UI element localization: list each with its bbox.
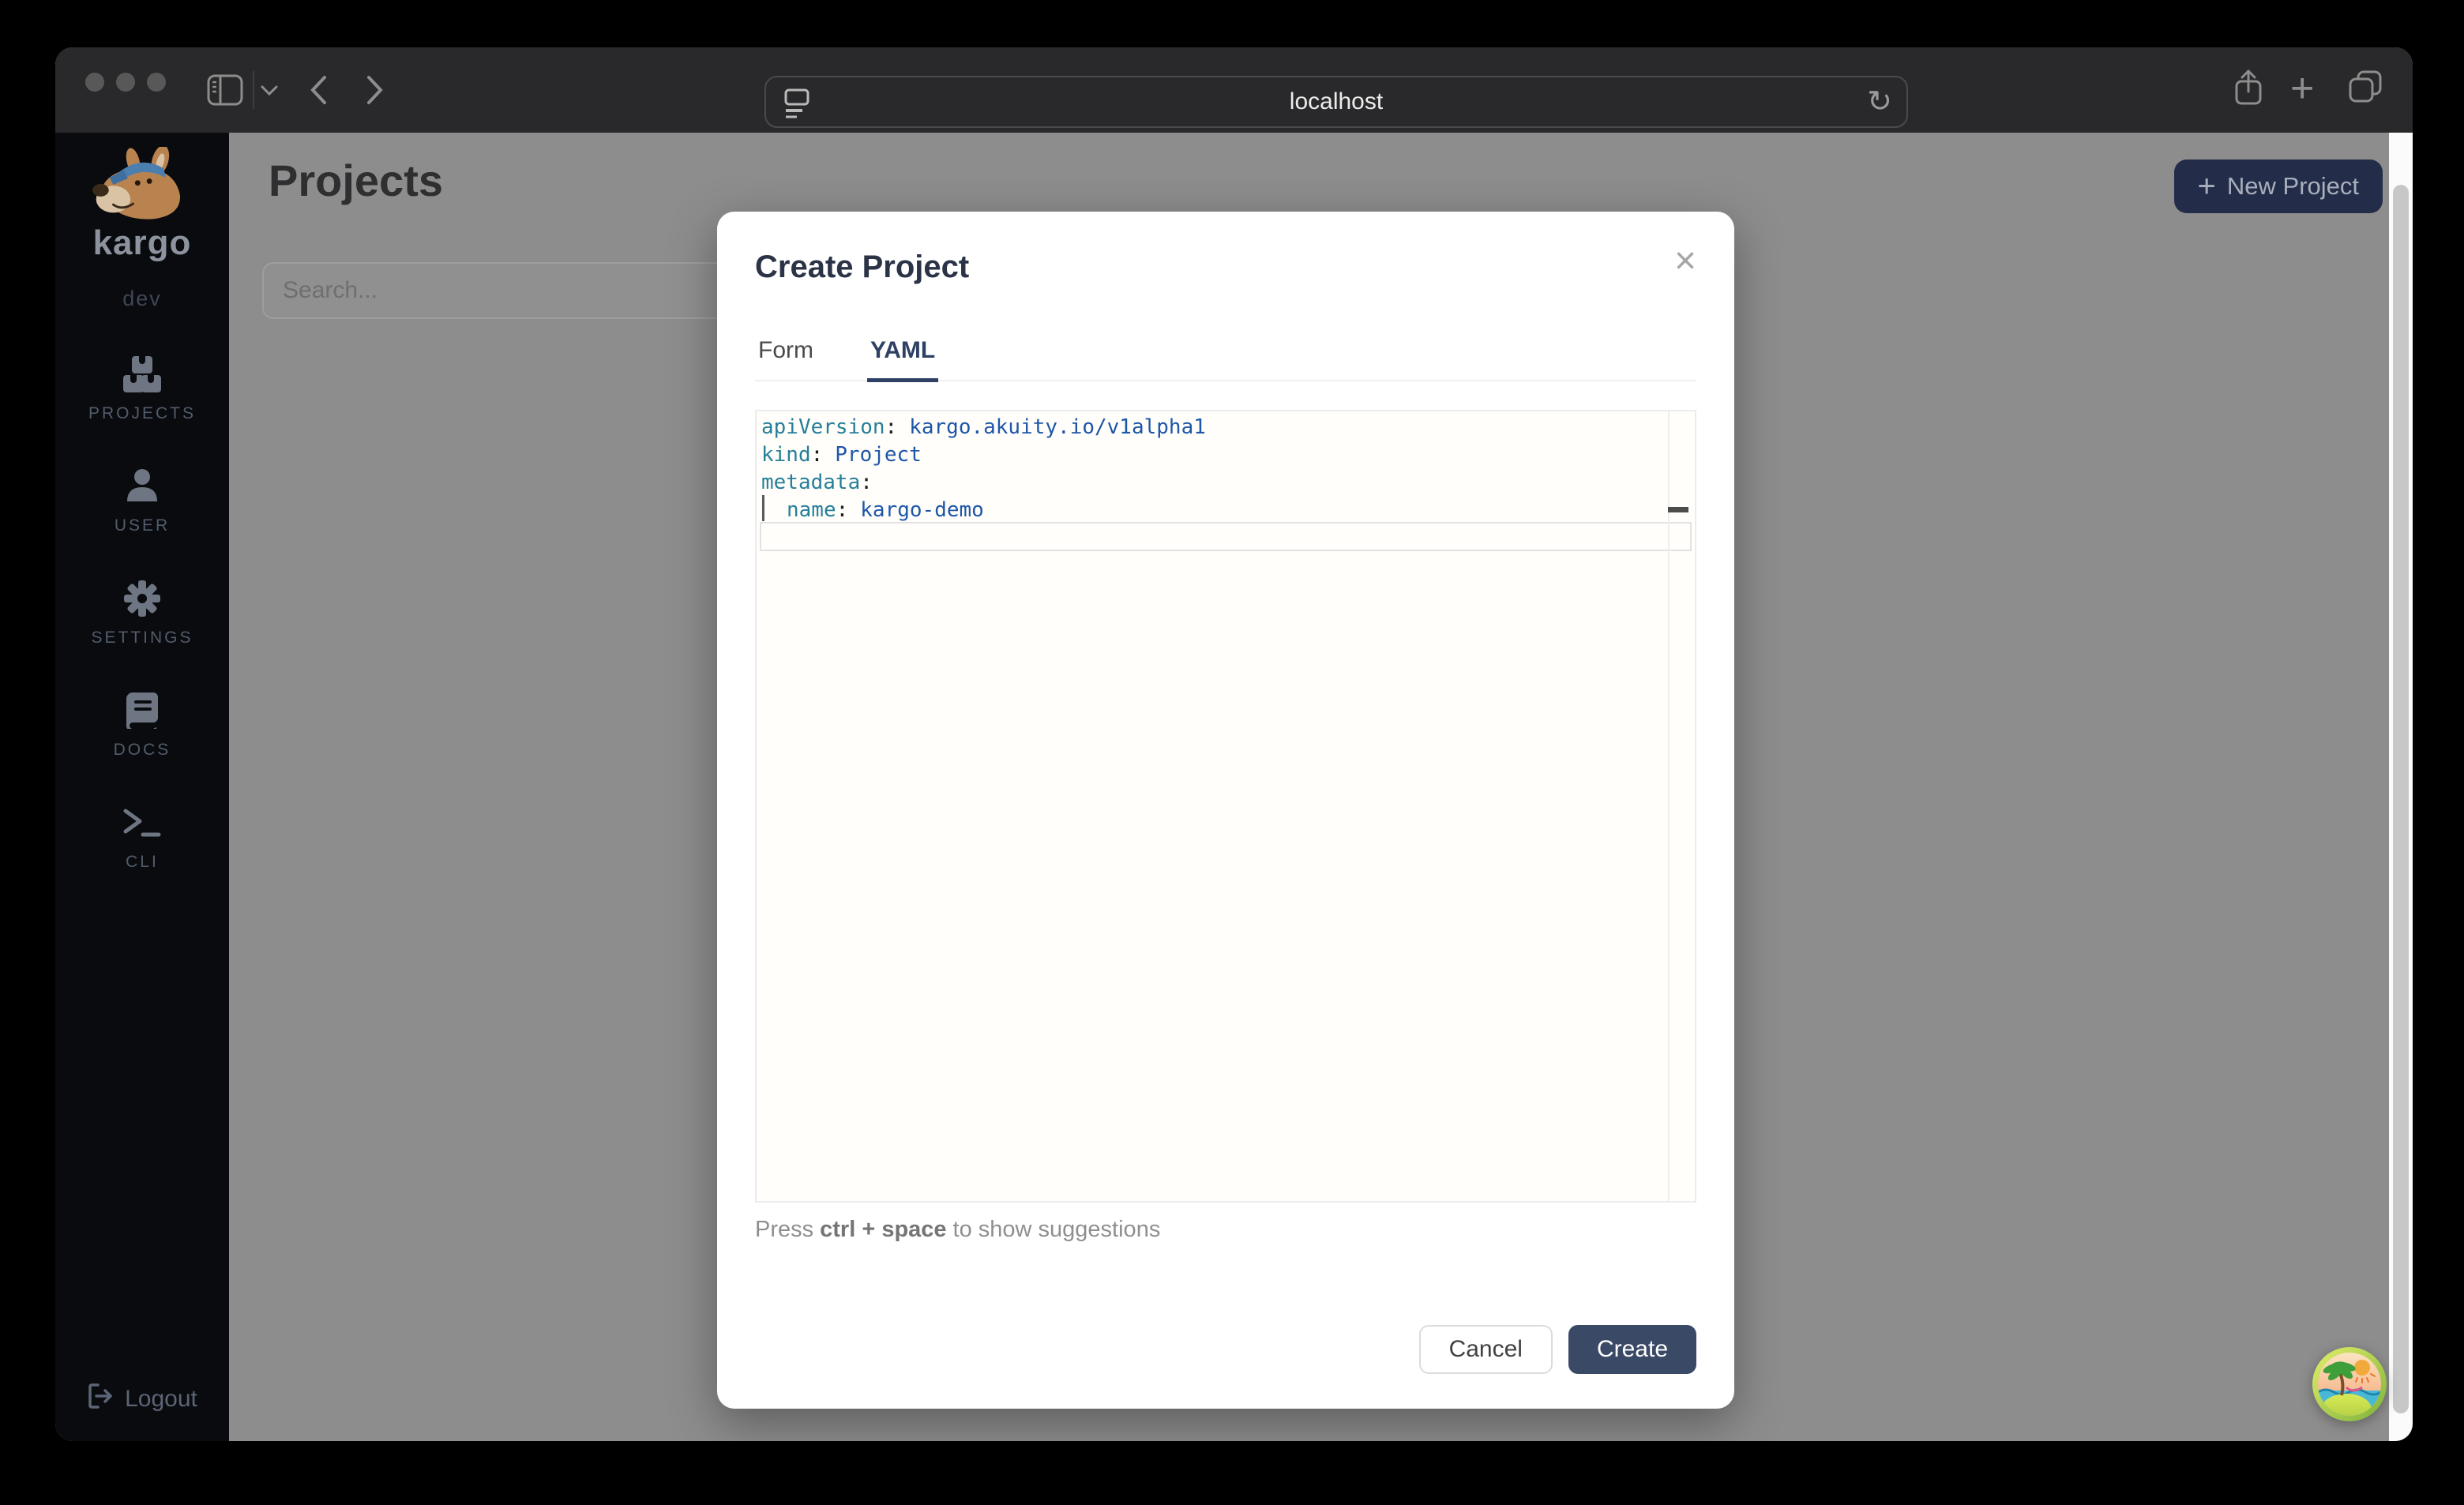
create-project-modal: Create Project × Form YAML apiVersion:ka…: [717, 212, 1734, 1409]
environment-label: dev: [122, 287, 162, 311]
sidebar-item-label: PROJECTS: [88, 404, 196, 423]
gear-icon: [123, 580, 161, 617]
yaml-colon: :: [860, 471, 873, 494]
editor-overview-ruler: [1668, 411, 1670, 1201]
tab-yaml[interactable]: YAML: [867, 337, 938, 382]
sidebar: kargo dev PROJECTS: [55, 133, 229, 1441]
create-button[interactable]: Create: [1568, 1325, 1696, 1374]
logout-label: Logout: [125, 1386, 197, 1413]
sidebar-item-user[interactable]: USER: [115, 467, 170, 535]
sidebar-item-label: CLI: [126, 853, 159, 872]
projects-boxes-icon: [123, 355, 161, 393]
window-close-button[interactable]: [85, 73, 104, 92]
main-content: Projects + New Project Create Project × …: [229, 133, 2389, 1441]
hint-prefix: Press: [755, 1217, 813, 1242]
sidebar-item-cli[interactable]: CLI: [122, 804, 162, 872]
sidebar-item-label: USER: [115, 516, 170, 535]
sidebar-nav: PROJECTS USER: [88, 355, 196, 916]
yaml-line: apiVersion:kargo.akuity.io/v1alpha1: [761, 414, 1695, 441]
reload-icon[interactable]: ↻: [1867, 84, 1892, 118]
window-minimize-button[interactable]: [116, 73, 135, 92]
sidebar-item-projects[interactable]: PROJECTS: [88, 355, 196, 423]
tab-overview-icon[interactable]: [2347, 69, 2383, 104]
page-title: Projects: [269, 155, 443, 206]
new-project-label: New Project: [2227, 172, 2359, 201]
docs-book-icon: [125, 692, 160, 730]
yaml-value: Project: [823, 443, 922, 467]
hint-keys: ctrl + space: [820, 1217, 946, 1242]
island-badge-icon[interactable]: [2312, 1346, 2387, 1422]
browser-window: localhost ↻ +: [55, 47, 2413, 1441]
back-button-icon[interactable]: [310, 75, 327, 105]
logout-button[interactable]: Logout: [87, 1383, 197, 1416]
yaml-key: name: [787, 498, 836, 522]
user-icon: [124, 467, 160, 505]
sidebar-item-docs[interactable]: DOCS: [114, 692, 171, 760]
kargo-logo[interactable]: kargo: [87, 147, 197, 263]
current-line-highlight: [760, 522, 1692, 551]
logout-icon: [87, 1383, 114, 1416]
tab-form[interactable]: Form: [755, 337, 817, 382]
url-text: localhost: [766, 88, 1906, 115]
share-icon[interactable]: [2233, 68, 2264, 107]
close-icon[interactable]: ×: [1674, 246, 1696, 276]
chrome-divider: [253, 71, 254, 109]
new-tab-plus-icon[interactable]: +: [2290, 68, 2314, 109]
sidebar-item-label: SETTINGS: [91, 629, 193, 647]
yaml-value: kargo.akuity.io/v1alpha1: [897, 415, 1206, 439]
editor-hint: Press ctrl + space to show suggestions: [755, 1217, 1696, 1243]
yaml-line: kind:Project: [761, 441, 1695, 469]
window-zoom-button[interactable]: [147, 73, 166, 92]
new-project-button[interactable]: + New Project: [2174, 160, 2383, 213]
yaml-value: [873, 471, 885, 494]
sidebar-item-settings[interactable]: SETTINGS: [91, 580, 193, 647]
page-scrollbar[interactable]: [2389, 133, 2413, 1441]
sidebar-item-label: DOCS: [114, 741, 171, 760]
cancel-button[interactable]: Cancel: [1419, 1325, 1553, 1374]
logo-wordmark: kargo: [87, 223, 197, 263]
browser-chrome: localhost ↻ +: [55, 47, 2413, 133]
sidebar-toggle-icon[interactable]: [207, 74, 243, 106]
text-cursor: [762, 495, 764, 521]
yaml-key: metadata: [761, 471, 860, 494]
address-bar[interactable]: localhost ↻: [764, 76, 1908, 128]
plus-icon: +: [2198, 171, 2216, 202]
yaml-value: kargo-demo: [848, 498, 984, 522]
yaml-colon: :: [885, 415, 898, 439]
yaml-colon: :: [811, 443, 824, 467]
yaml-editor[interactable]: apiVersion:kargo.akuity.io/v1alpha1 kind…: [755, 410, 1696, 1203]
yaml-key: apiVersion: [761, 415, 885, 439]
yaml-colon: :: [836, 498, 849, 522]
hint-suffix: to show suggestions: [953, 1217, 1161, 1242]
modal-tabs: Form YAML: [755, 337, 1696, 381]
terminal-icon: [122, 804, 162, 842]
yaml-line: name:kargo-demo: [761, 497, 1695, 524]
chevron-down-icon[interactable]: [261, 85, 278, 96]
editor-cursor-marker: [1668, 507, 1688, 512]
yaml-line: metadata:: [761, 469, 1695, 497]
scrollbar-thumb[interactable]: [2393, 185, 2409, 1413]
forward-button-icon[interactable]: [366, 75, 384, 105]
modal-title: Create Project: [755, 250, 969, 285]
kangaroo-logo-icon: [87, 147, 197, 223]
yaml-key: kind: [761, 443, 811, 467]
